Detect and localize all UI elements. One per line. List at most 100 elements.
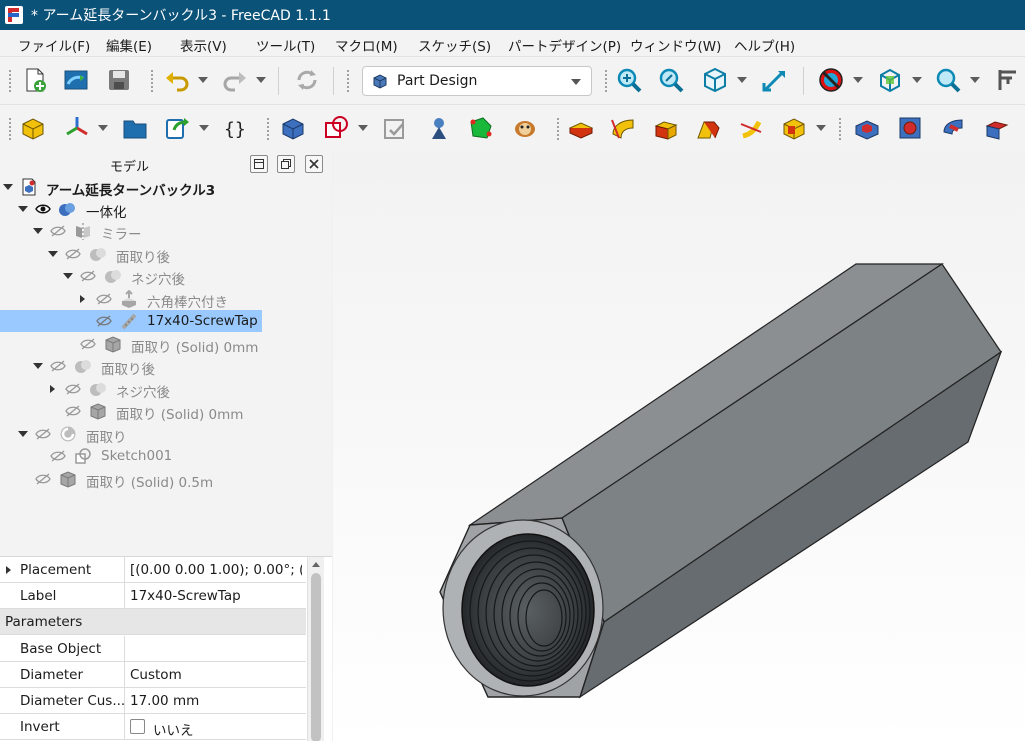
toolbar-grip[interactable]	[346, 69, 350, 93]
eye-hidden-icon[interactable]	[96, 314, 112, 328]
hole-button[interactable]	[895, 113, 925, 143]
collapse-arrow-icon[interactable]	[3, 184, 13, 190]
float-panel-button[interactable]	[277, 155, 295, 173]
property-row-diameter-custom[interactable]: Diameter Cus... 17.00 mm	[0, 688, 306, 714]
additive-helix-button[interactable]	[736, 113, 766, 143]
additive-primitive-button[interactable]	[779, 113, 809, 143]
menu-view[interactable]: 表示(V)	[180, 35, 227, 55]
expand-arrow-icon[interactable]	[80, 295, 85, 303]
pad-button[interactable]	[566, 113, 596, 143]
standard-views-button[interactable]	[700, 65, 730, 95]
toolbar-grip[interactable]	[838, 117, 842, 141]
clone-button[interactable]	[510, 113, 540, 143]
create-body-button[interactable]	[18, 113, 48, 143]
eye-visible-icon[interactable]	[35, 202, 51, 216]
tree-item-chamfer[interactable]: 面取り	[0, 423, 332, 446]
zoom-button[interactable]	[933, 65, 963, 95]
property-value-label[interactable]: 17x40-ScrewTap	[130, 588, 302, 604]
eye-hidden-icon[interactable]	[35, 427, 51, 441]
create-group-button[interactable]	[120, 113, 150, 143]
primitive-dropdown-icon[interactable]	[816, 125, 826, 131]
eye-hidden-icon[interactable]	[50, 449, 66, 463]
panel-menu-button[interactable]	[250, 155, 268, 173]
undo-button[interactable]	[162, 65, 192, 95]
create-datum-button[interactable]	[62, 113, 92, 143]
menu-sketch[interactable]: スケッチ(S)	[418, 35, 491, 55]
tree-item-chamfer-after-2[interactable]: 面取り後	[0, 355, 332, 378]
zoom-dropdown-icon[interactable]	[970, 77, 980, 83]
create-sketch-button[interactable]	[322, 113, 352, 143]
property-scrollbar[interactable]	[307, 557, 324, 741]
measurement-tool-button[interactable]	[993, 65, 1023, 95]
tree-item-mirror[interactable]: ミラー	[0, 220, 332, 243]
additive-loft-button[interactable]	[651, 113, 681, 143]
property-row-diameter[interactable]: Diameter Custom	[0, 662, 306, 688]
refresh-button[interactable]	[292, 65, 322, 95]
invert-checkbox[interactable]	[130, 719, 145, 734]
eye-hidden-icon[interactable]	[65, 247, 81, 261]
property-row-placement[interactable]: Placement [(0.00 0.00 1.00); 0.00°; (...	[0, 557, 306, 583]
property-value-diameter[interactable]: Custom	[130, 667, 302, 683]
tree-item-hex-bar[interactable]: 六角棒穴付き	[0, 288, 332, 311]
shape-binder-button[interactable]	[424, 113, 454, 143]
bounding-box-button[interactable]	[875, 65, 905, 95]
subtractive-loft-button[interactable]	[982, 113, 1012, 143]
standard-views-dropdown-icon[interactable]	[737, 77, 747, 83]
create-link-button[interactable]	[163, 113, 193, 143]
menu-file[interactable]: ファイル(F)	[18, 35, 90, 55]
toolbar-grip[interactable]	[8, 117, 12, 141]
part-body-button[interactable]	[278, 113, 308, 143]
expand-arrow-icon[interactable]	[6, 566, 11, 574]
property-value-placement[interactable]: [(0.00 0.00 1.00); 0.00°; (...	[130, 562, 302, 578]
eye-hidden-icon[interactable]	[80, 337, 96, 351]
subshape-binder-button[interactable]	[466, 113, 496, 143]
menu-edit[interactable]: 編集(E)	[106, 35, 152, 55]
collapse-arrow-icon[interactable]	[33, 363, 43, 369]
redo-dropdown-icon[interactable]	[256, 77, 266, 83]
eye-hidden-icon[interactable]	[65, 382, 81, 396]
menu-window[interactable]: ウィンドウ(W)	[630, 35, 721, 55]
toolbar-grip[interactable]	[8, 69, 12, 93]
sketch-dropdown-icon[interactable]	[358, 125, 368, 131]
tree-item-thread-after-1[interactable]: ネジ穴後	[0, 265, 332, 288]
tree-item-chamfer-solid-2[interactable]: 面取り (Solid) 0mm	[0, 400, 332, 423]
3d-viewport[interactable]	[333, 152, 1025, 741]
validate-sketch-button[interactable]	[380, 113, 410, 143]
tree-item-chamfer-solid-3[interactable]: 面取り (Solid) 0.5m	[0, 468, 332, 491]
property-value-diameter-custom[interactable]: 17.00 mm	[130, 693, 302, 709]
collapse-arrow-icon[interactable]	[63, 273, 73, 279]
tree-item-document[interactable]: アーム延長ターンバックル3	[0, 176, 332, 199]
scroll-up-arrow-icon[interactable]	[312, 562, 320, 567]
pocket-button[interactable]	[852, 113, 882, 143]
tree-item-chamfer-after-1[interactable]: 面取り後	[0, 243, 332, 266]
property-row-base-object[interactable]: Base Object	[0, 636, 306, 662]
measure-button[interactable]	[760, 65, 790, 95]
bounding-box-dropdown-icon[interactable]	[912, 77, 922, 83]
eye-hidden-icon[interactable]	[35, 472, 51, 486]
menu-macro[interactable]: マクロ(M)	[335, 35, 398, 55]
save-document-button[interactable]	[104, 65, 134, 95]
open-document-button[interactable]	[61, 65, 91, 95]
tree-item-screwtap[interactable]: 17x40-ScrewTap	[0, 310, 332, 332]
workbench-selector[interactable]: Part Design	[362, 66, 592, 96]
property-row-invert[interactable]: Invert いいえ	[0, 714, 306, 740]
additive-pipe-button[interactable]	[693, 113, 723, 143]
eye-hidden-icon[interactable]	[96, 292, 112, 306]
eye-hidden-icon[interactable]	[80, 269, 96, 283]
collapse-arrow-icon[interactable]	[18, 431, 28, 437]
link-dropdown-icon[interactable]	[199, 125, 209, 131]
redo-button[interactable]	[220, 65, 250, 95]
property-group-parameters[interactable]: Parameters	[0, 609, 306, 635]
menu-tools[interactable]: ツール(T)	[256, 35, 315, 55]
tree-item-fusion[interactable]: 一体化	[0, 198, 332, 221]
datum-dropdown-icon[interactable]	[98, 125, 108, 131]
tree-item-sketch[interactable]: Sketch001	[0, 445, 332, 467]
fit-all-button[interactable]	[614, 65, 644, 95]
property-row-label[interactable]: Label 17x40-ScrewTap	[0, 583, 306, 609]
revolution-button[interactable]	[608, 113, 638, 143]
groove-button[interactable]	[939, 113, 969, 143]
toolbar-grip[interactable]	[604, 69, 608, 93]
tree-item-chamfer-solid-1[interactable]: 面取り (Solid) 0mm	[0, 333, 332, 356]
tree-item-thread-after-2[interactable]: ネジ穴後	[0, 378, 332, 401]
fit-selection-button[interactable]	[656, 65, 686, 95]
